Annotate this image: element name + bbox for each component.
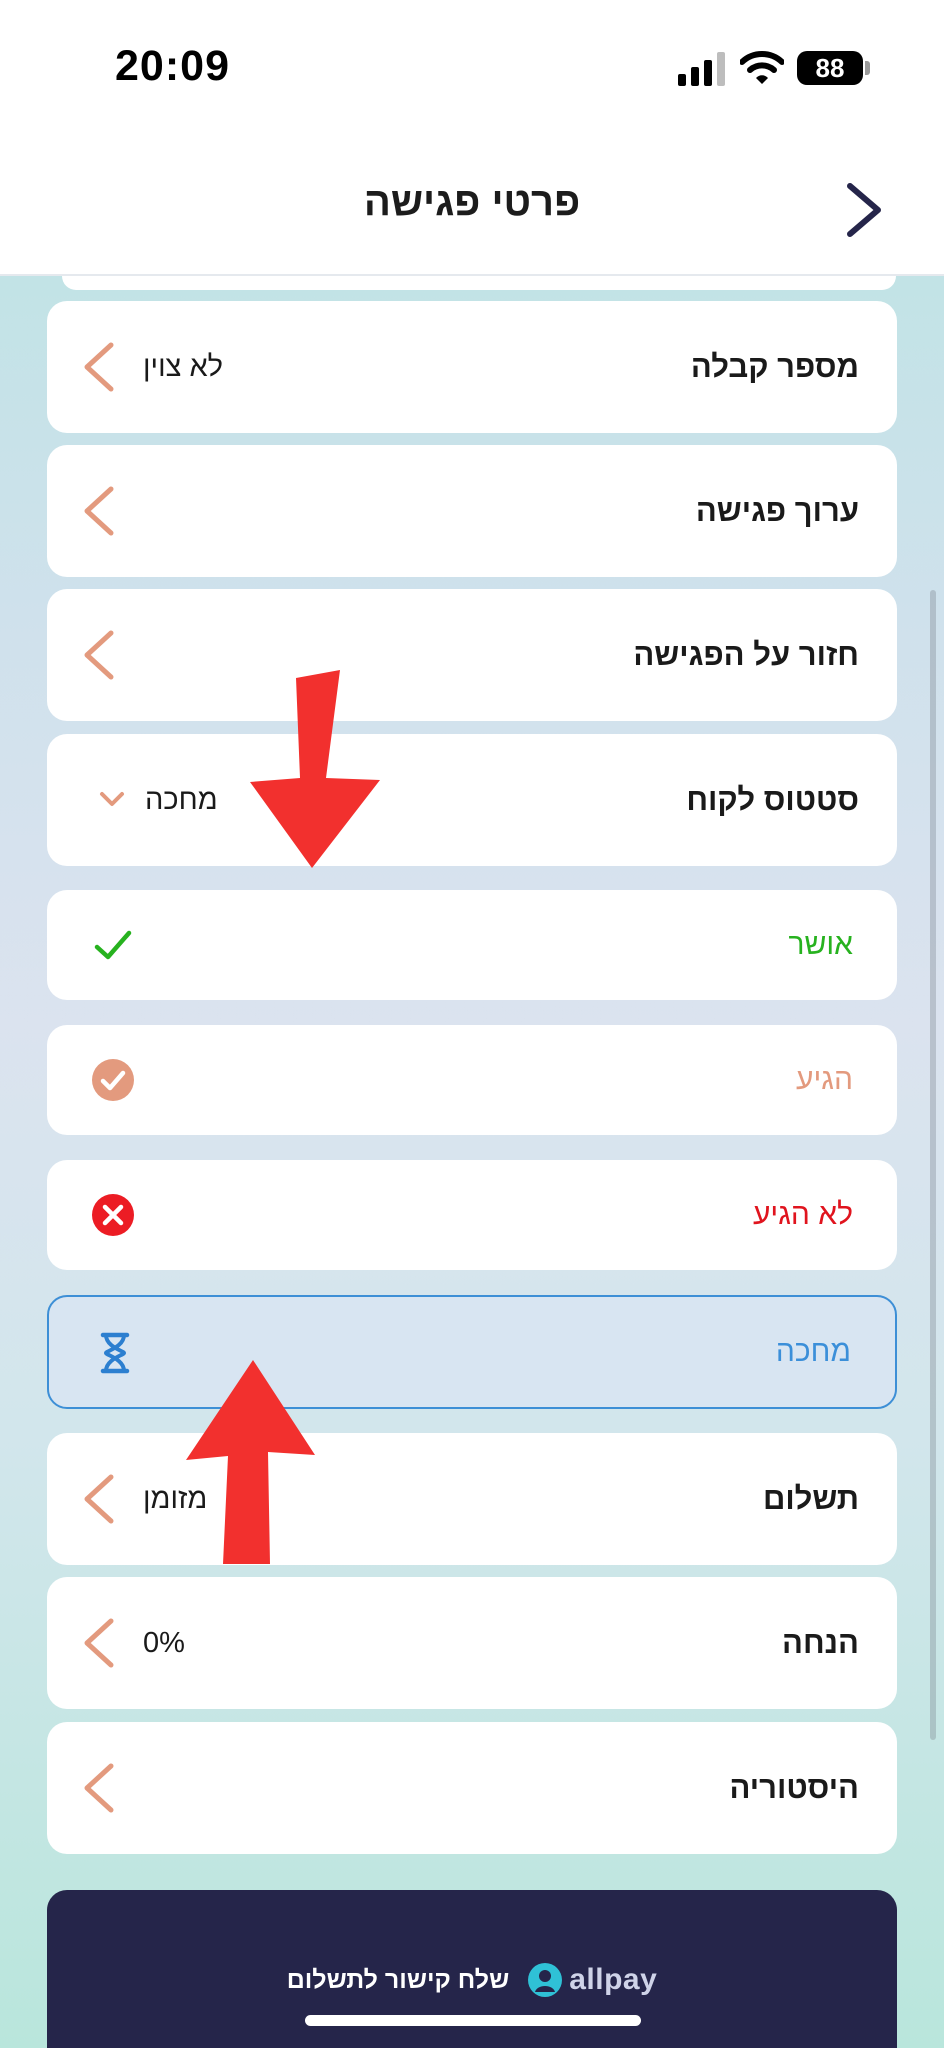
row-value: 0% xyxy=(143,1626,185,1659)
status-option-waiting[interactable]: מחכה xyxy=(47,1295,897,1409)
status-option-no-show[interactable]: לא הגיע xyxy=(47,1160,897,1270)
chevron-left-icon xyxy=(84,1474,114,1524)
row-label: חזור על הפגישה xyxy=(633,637,859,672)
chevron-left-icon xyxy=(84,342,114,392)
allpay-brand: allpay xyxy=(569,1963,658,1996)
row-label: ערוך פגישה xyxy=(695,493,859,528)
previous-card-edge xyxy=(62,276,896,290)
option-label: הגיע xyxy=(796,1063,853,1096)
row-label: היסטוריה xyxy=(729,1770,859,1805)
chevron-left-icon xyxy=(84,486,114,536)
battery-indicator: 88 xyxy=(797,51,863,85)
repeat-meeting-row[interactable]: חזור על הפגישה xyxy=(47,589,897,721)
hourglass-icon xyxy=(100,1332,130,1374)
allpay-logo-icon xyxy=(528,1963,563,1997)
status-option-approved[interactable]: אושר xyxy=(47,890,897,1000)
signal-icon xyxy=(678,52,725,86)
payment-row[interactable]: תשלום מזומן xyxy=(47,1433,897,1565)
status-option-arrived[interactable]: הגיע xyxy=(47,1025,897,1135)
discount-row[interactable]: הנחה 0% xyxy=(47,1577,897,1709)
annotation-arrow-down xyxy=(250,670,380,868)
chevron-left-icon xyxy=(84,1763,114,1813)
x-circle-icon xyxy=(92,1194,134,1236)
check-circle-icon xyxy=(92,1059,134,1101)
chevron-down-icon xyxy=(100,792,124,806)
row-label: הנחה xyxy=(782,1625,859,1660)
home-indicator xyxy=(305,2015,641,2026)
row-value: לא צוין xyxy=(143,350,224,383)
allpay-row: שלח קישור לתשלום allpay xyxy=(47,1958,897,2002)
scrollbar[interactable] xyxy=(930,590,936,1740)
customer-status-dropdown[interactable]: סטטוס לקוח מחכה xyxy=(47,734,897,866)
receipt-number-row[interactable]: מספר קבלה לא צוין xyxy=(47,301,897,433)
status-bar: 20:09 88 xyxy=(0,0,944,140)
option-label: אושר xyxy=(788,928,853,961)
option-label: מחכה xyxy=(775,1335,851,1368)
allpay-logo: allpay xyxy=(527,1962,657,1998)
annotation-arrow-up xyxy=(186,1360,315,1564)
option-label: לא הגיע xyxy=(752,1198,853,1231)
row-label: סטטוס לקוח xyxy=(686,782,859,817)
row-label: מספר קבלה xyxy=(690,349,859,384)
clock: 20:09 xyxy=(115,42,230,90)
chevron-right-icon[interactable] xyxy=(836,180,896,240)
chevron-left-icon xyxy=(84,1618,114,1668)
row-value: מחכה xyxy=(145,783,218,816)
checkmark-icon xyxy=(94,930,132,960)
battery-cap xyxy=(865,61,870,75)
nav-bar: פרטי פגישה xyxy=(0,140,944,276)
send-payment-link-label: שלח קישור לתשלום xyxy=(286,1965,510,1994)
chevron-left-icon xyxy=(84,630,114,680)
history-row[interactable]: היסטוריה xyxy=(47,1722,897,1854)
edit-meeting-row[interactable]: ערוך פגישה xyxy=(47,445,897,577)
page-title: פרטי פגישה xyxy=(363,180,581,224)
row-label: תשלום xyxy=(763,1481,859,1516)
wifi-icon xyxy=(740,51,784,84)
